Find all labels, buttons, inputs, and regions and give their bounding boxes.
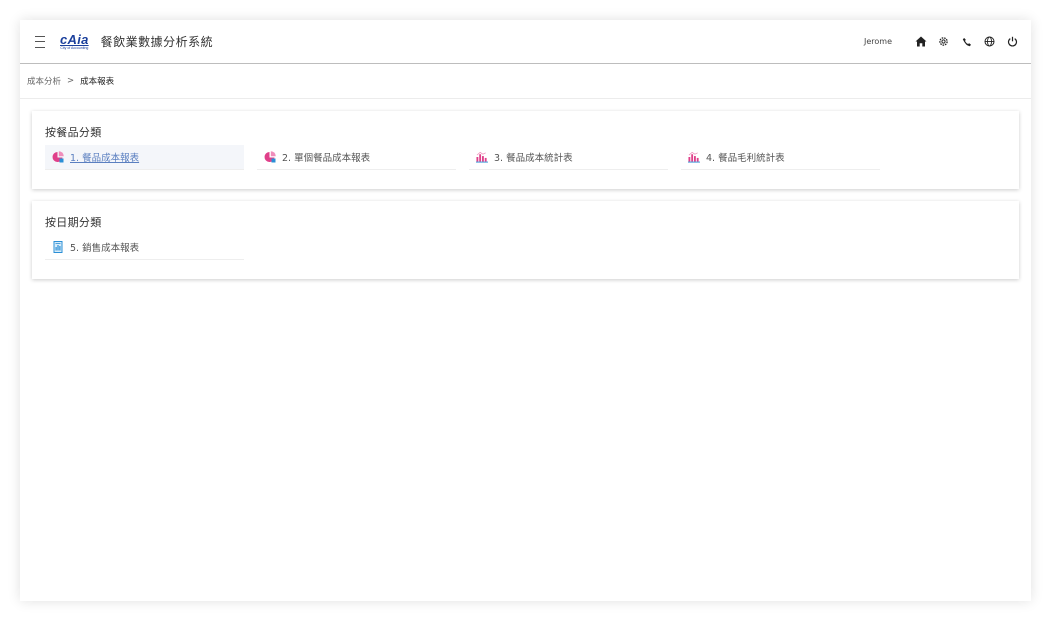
report-link-label: 4. 餐品毛利統計表: [706, 153, 785, 164]
app-window: cAia City of Accounting 餐飲業數據分析系統 Jerome…: [20, 20, 1031, 601]
section-title: 按餐品分類: [45, 126, 102, 139]
menu-icon[interactable]: [32, 35, 46, 48]
breadcrumb-separator: >: [67, 76, 75, 86]
breadcrumb-current: 成本報表: [80, 77, 115, 87]
globe-icon[interactable]: [983, 35, 996, 48]
bar-chart-icon: [688, 151, 700, 163]
section-title: 按日期分類: [45, 216, 102, 229]
report-link-single-dish-cost[interactable]: 2. 單個餐品成本報表: [257, 145, 456, 170]
report-link-dish-cost-stats[interactable]: 3. 餐品成本統計表: [469, 145, 668, 170]
report-link-label: 1. 餐品成本報表: [70, 153, 140, 164]
gear-icon[interactable]: [937, 35, 950, 48]
power-icon[interactable]: [1006, 35, 1019, 48]
report-link-label: 5. 銷售成本報表: [70, 243, 140, 254]
report-link-label: 2. 單個餐品成本報表: [282, 153, 371, 164]
report-link-dish-cost[interactable]: 1. 餐品成本報表: [45, 145, 244, 170]
logo-subtext: City of Accounting: [60, 45, 89, 50]
logo-text: cAia: [60, 31, 89, 47]
section-by-dish: 按餐品分類 1. 餐品成本報表 2. 單個餐品成本報表 3. 餐品成本統計表 4…: [32, 111, 1019, 189]
report-link-dish-gross-profit[interactable]: 4. 餐品毛利統計表: [681, 145, 880, 170]
bar-chart-icon: [476, 151, 488, 163]
report-link-label: 3. 餐品成本統計表: [494, 153, 573, 164]
home-icon[interactable]: [914, 35, 927, 48]
pie-chart-icon: [52, 151, 64, 163]
username[interactable]: Jerome: [864, 37, 892, 46]
app-title: 餐飲業數據分析系統: [100, 35, 214, 49]
report-link-sales-cost[interactable]: 5. 銷售成本報表: [45, 235, 244, 260]
top-bar: cAia City of Accounting 餐飲業數據分析系統 Jerome: [20, 20, 1031, 64]
document-chart-icon: [52, 241, 64, 253]
pie-chart-icon: [264, 151, 276, 163]
phone-icon[interactable]: [960, 35, 973, 48]
section-by-date: 按日期分類 5. 銷售成本報表: [32, 201, 1019, 279]
main-content: 按餐品分類 1. 餐品成本報表 2. 單個餐品成本報表 3. 餐品成本統計表 4…: [20, 99, 1031, 279]
logo: cAia City of Accounting: [60, 33, 89, 51]
breadcrumb: 成本分析 > 成本報表: [20, 64, 1031, 99]
breadcrumb-parent[interactable]: 成本分析: [27, 75, 61, 87]
